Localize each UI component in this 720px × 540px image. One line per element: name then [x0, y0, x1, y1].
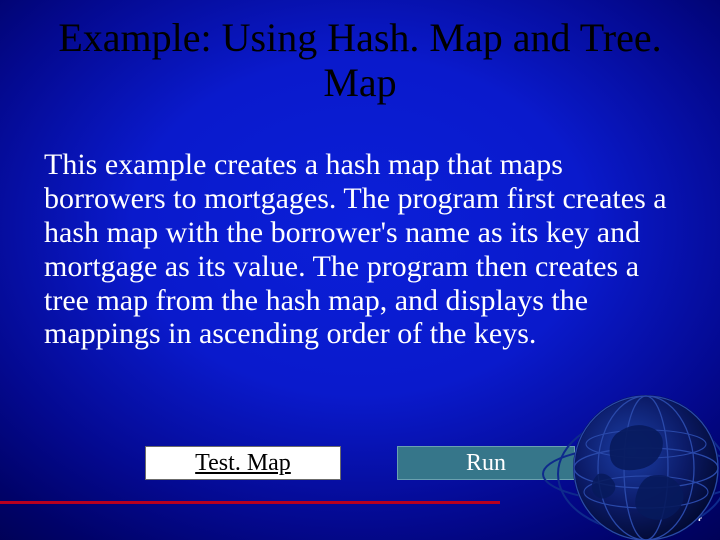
run-button[interactable]: Run	[397, 446, 575, 480]
page-number: 14	[684, 505, 702, 526]
slide: Example: Using Hash. Map and Tree. Map T…	[0, 0, 720, 540]
testmap-button-label: Test. Map	[195, 450, 291, 477]
run-button-label: Run	[466, 450, 506, 477]
testmap-button[interactable]: Test. Map	[145, 446, 341, 480]
button-row: Test. Map Run	[0, 446, 720, 480]
accent-line	[0, 501, 500, 504]
slide-body-text: This example creates a hash map that map…	[44, 148, 682, 351]
slide-title: Example: Using Hash. Map and Tree. Map	[0, 16, 720, 106]
